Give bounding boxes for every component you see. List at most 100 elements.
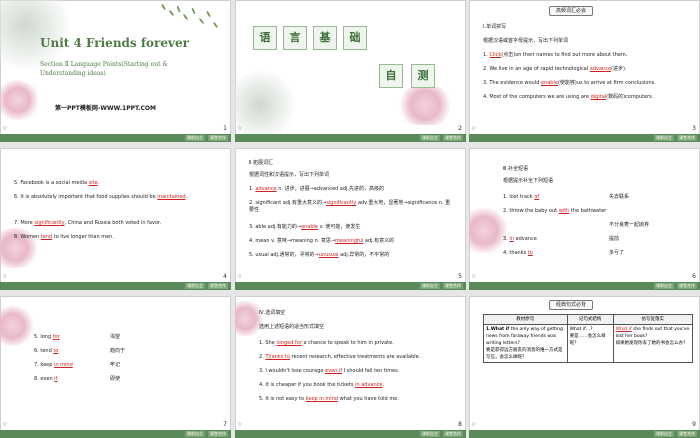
nav-button-in-class[interactable]: 课堂合作 (443, 135, 463, 141)
answer: unusual (318, 252, 339, 258)
slide-number: 1 (223, 125, 227, 132)
nav-button-in-class[interactable]: 课堂合作 (443, 431, 463, 437)
answer: longed for (276, 340, 302, 346)
slide-number: 2 (458, 125, 462, 132)
nav-button-pre-class[interactable]: 课前自主 (185, 135, 205, 141)
lotus-flower-decoration (0, 306, 35, 346)
exercise-line: 4. mean v. 意味→meaning n. 意思→meaningful a… (249, 238, 395, 244)
exercise-line: 4. thanks to (503, 250, 533, 256)
phrase-meaning: 多亏了 (609, 250, 625, 256)
exercise-line: 7. More significantly, China and Russia … (14, 220, 162, 226)
slide-3[interactable]: 高频词汇必会 Ⅰ.单词拼写 根据汉语或首字母提示，写出下列单词 1. Click… (469, 0, 700, 142)
heading-char: 础 (343, 26, 367, 50)
nav-button-in-class[interactable]: 课堂合作 (677, 431, 697, 437)
answer: Thanks to (265, 354, 290, 360)
exercise-instruction: 选用上述短语的适当形式填空 (259, 324, 325, 330)
star-icon: ☆ (471, 125, 477, 132)
answer: site (88, 180, 98, 186)
exercise-heading: Ⅱ.拓展词汇 (249, 160, 274, 166)
nav-button-in-class[interactable]: 课堂合作 (677, 283, 697, 289)
slide-number: 9 (692, 421, 696, 428)
exercise-line: 2. throw the baby out with the bathwater (503, 208, 607, 214)
nav-button-pre-class[interactable]: 课前自主 (420, 283, 440, 289)
slide-9[interactable]: 经典句式必背 教材原句 记句式结构 仿写促落实 1.What if the on… (469, 296, 700, 438)
exercise-heading: Ⅳ.选词填空 (259, 310, 286, 316)
exercise-line: 5. Facebook is a social media site. (14, 180, 100, 186)
exercise-line: 2. Thanks to recent research, effective … (259, 354, 421, 360)
star-icon: ☆ (471, 273, 477, 280)
phrase-meaning: 牢记 (110, 362, 121, 368)
answer: digital (590, 94, 607, 100)
exercise-line: 1. advance n. 进步，进展→advanced adj.先进的，高级的 (249, 186, 385, 192)
answer: maintained (157, 194, 186, 200)
slide-4[interactable]: 5. Facebook is a social media site. 6. I… (0, 148, 231, 290)
answer: meaningful (335, 238, 364, 244)
exercise-line: 5. long for (34, 334, 60, 340)
star-icon: ☆ (237, 273, 243, 280)
sentence-pattern-table: 教材原句 记句式结构 仿写促落实 1.What if the only way … (483, 314, 694, 363)
star-icon: ☆ (471, 421, 477, 428)
exercise-line: 5. It is not easy to keep in mind what y… (259, 396, 399, 402)
exercise-instruction: 根据词性和汉语提示，写出下列单词 (249, 172, 330, 178)
slide-7[interactable]: 5. long for 渴望 6. tend to 趋向于 7. keep in… (0, 296, 231, 438)
table-cell: What if she finds out that you've lost h… (612, 324, 694, 363)
answer: with (558, 208, 570, 214)
answer: for (52, 334, 60, 340)
answer: significantly (34, 220, 65, 226)
answer: in mind (54, 362, 73, 368)
nav-button-pre-class[interactable]: 课前自主 (654, 431, 674, 437)
nav-button-in-class[interactable]: 课堂合作 (208, 283, 228, 289)
exercise-line: 8. even if (34, 376, 58, 382)
star-icon: ☆ (237, 125, 243, 132)
slide-6[interactable]: Ⅲ.补全短语 根据提示补全下列短语 1. lost track of 失去联系 … (469, 148, 700, 290)
slide-2[interactable]: 语 言 基 础 自 测 ☆ 2 课前自主 课堂合作 (235, 0, 466, 142)
slide-footer-bar: 课前自主 课堂合作 (235, 282, 466, 290)
nav-button-in-class[interactable]: 课堂合作 (208, 135, 228, 141)
slide-8[interactable]: Ⅳ.选词填空 选用上述短语的适当形式填空 1. She longed for a… (235, 296, 466, 438)
table-row: 1.What if the only way of getting news f… (483, 324, 694, 363)
exercise-line: 5. usual adj.通常的，寻常的→unusual adj.异常的，不平常… (249, 252, 390, 258)
slide-footer-bar: 课前自主 课堂合作 (0, 430, 231, 438)
nav-button-pre-class[interactable]: 课前自主 (420, 431, 440, 437)
heading-char: 测 (411, 64, 435, 88)
answer: to (527, 250, 533, 256)
phrase-meaning: 不分良莠一起抛弃 (609, 222, 650, 228)
star-icon: ☆ (2, 273, 8, 280)
nav-button-pre-class[interactable]: 课前自主 (185, 431, 205, 437)
phrase-meaning: 即使 (110, 376, 121, 382)
exercise-heading: Ⅲ.补全短语 (503, 166, 529, 172)
column-header: 教材原句 (483, 314, 568, 325)
slide-number: 4 (223, 273, 227, 280)
slide-number: 3 (692, 125, 696, 132)
nav-button-pre-class[interactable]: 课前自主 (420, 135, 440, 141)
exercise-line: 3. in advance (503, 236, 537, 242)
ink-wash-decoration (235, 70, 295, 140)
phrase-meaning: 趋向于 (110, 348, 126, 354)
exercise-line: 6. tend to (34, 348, 59, 354)
answer: enable (540, 80, 558, 86)
slide-footer-bar: 课前自主 课堂合作 (469, 430, 700, 438)
exercise-line: 2. significant adj.有重大意义的→significantly … (249, 200, 451, 213)
phrase-meaning: 失去联系 (609, 194, 630, 200)
slide-5[interactable]: Ⅱ.拓展词汇 根据词性和汉语提示，写出下列单词 1. advance n. 进步… (235, 148, 466, 290)
nav-button-in-class[interactable]: 课堂合作 (443, 283, 463, 289)
table-cell: 1.What if the only way of getting news f… (483, 324, 568, 363)
nav-button-in-class[interactable]: 课堂合作 (208, 431, 228, 437)
table-cell: What if…? 要是……会怎么样呢？ (566, 324, 614, 363)
heading-char: 言 (283, 26, 307, 50)
lotus-flower-decoration (395, 85, 455, 125)
answer: keep in mind (305, 396, 339, 402)
section-header: 高频词汇必会 (549, 6, 594, 16)
answer: significantly (326, 200, 357, 206)
nav-button-in-class[interactable]: 课堂合作 (677, 135, 697, 141)
slide-1[interactable]: Unit 4 Friends forever Section Ⅱ Languag… (0, 0, 231, 142)
answer: tend (40, 234, 53, 240)
nav-button-pre-class[interactable]: 课前自主 (654, 283, 674, 289)
answer: to (53, 348, 59, 354)
heading-char: 基 (313, 26, 337, 50)
nav-button-pre-class[interactable]: 课前自主 (654, 135, 674, 141)
slide-number: 8 (458, 421, 462, 428)
exercise-line: 4. It is cheaper if you book the tickets… (259, 382, 385, 388)
nav-button-pre-class[interactable]: 课前自主 (185, 283, 205, 289)
answer: in advance (355, 382, 383, 388)
